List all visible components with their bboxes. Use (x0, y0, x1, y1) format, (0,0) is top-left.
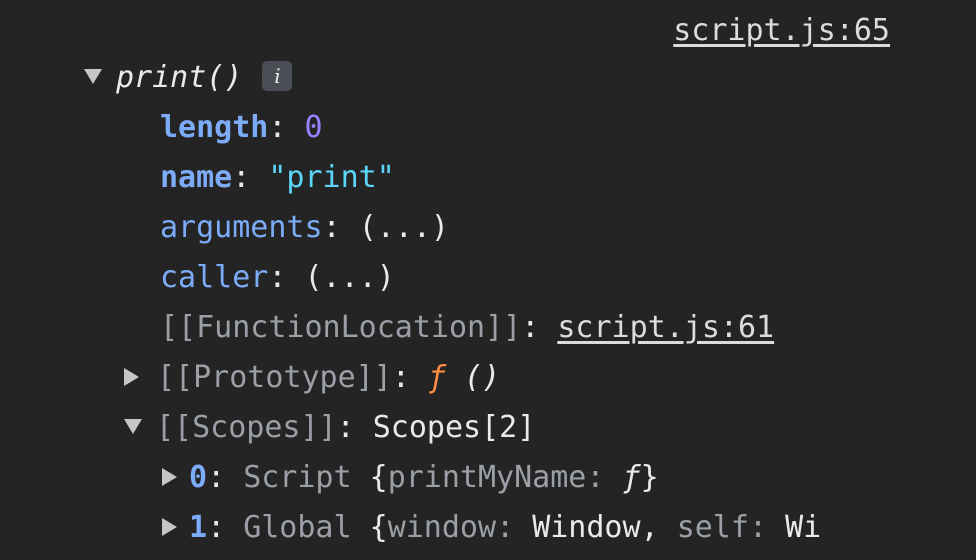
scope-value: Window (532, 510, 641, 545)
property-key: [[Scopes]] (156, 410, 337, 445)
expand-triangle-icon[interactable] (162, 467, 177, 486)
scope-key: printMyName (387, 460, 587, 495)
property-key: arguments (160, 210, 323, 245)
scope-item-script[interactable]: 0: Script {printMyName: ƒ} (162, 456, 659, 500)
expand-triangle-icon[interactable] (124, 367, 139, 386)
scope-index: 0 (189, 460, 208, 495)
function-name: print() (116, 60, 243, 95)
property-arguments[interactable]: arguments: (...) (160, 206, 449, 250)
property-value: Scopes[2] (372, 410, 536, 445)
scope-item-global[interactable]: 1: Global {window: Window, self: Wi (162, 506, 821, 550)
property-caller[interactable]: caller: (...) (160, 256, 395, 300)
property-key: caller (160, 260, 269, 295)
collapse-triangle-icon[interactable] (84, 69, 102, 84)
property-name: name: "print" (160, 160, 395, 195)
collapse-triangle-icon[interactable] (124, 419, 142, 434)
property-length: length: 0 (160, 110, 323, 145)
scope-key: window (387, 510, 497, 545)
property-prototype[interactable]: [[Prototype]]: ƒ () (124, 356, 500, 400)
scope-type: Global (243, 510, 352, 545)
scope-index: 1 (189, 510, 208, 545)
property-value: 0 (304, 110, 323, 145)
function-header-row[interactable]: print() i (84, 56, 293, 100)
property-key: length (160, 110, 269, 145)
expand-triangle-icon[interactable] (162, 517, 177, 536)
property-key: [[FunctionLocation]] (160, 310, 522, 345)
source-link[interactable]: script.js:65 (673, 9, 890, 53)
scope-type: Script (243, 460, 352, 495)
scope-key: self (676, 510, 749, 545)
property-key: [[Prototype]] (157, 360, 392, 395)
scope-value: Wi (785, 510, 822, 545)
function-location-link[interactable]: script.js:61 (557, 310, 774, 345)
property-value: "print" (268, 160, 395, 195)
function-symbol: ƒ (622, 460, 641, 495)
info-icon[interactable]: i (262, 60, 293, 91)
property-key: name (160, 160, 233, 195)
getter-value[interactable]: (...) (305, 260, 395, 295)
property-scopes[interactable]: [[Scopes]]: Scopes[2] (124, 406, 535, 450)
getter-value[interactable]: (...) (359, 210, 449, 245)
property-function-location: [[FunctionLocation]]: script.js:61 (160, 310, 775, 345)
function-symbol: ƒ (427, 360, 446, 395)
